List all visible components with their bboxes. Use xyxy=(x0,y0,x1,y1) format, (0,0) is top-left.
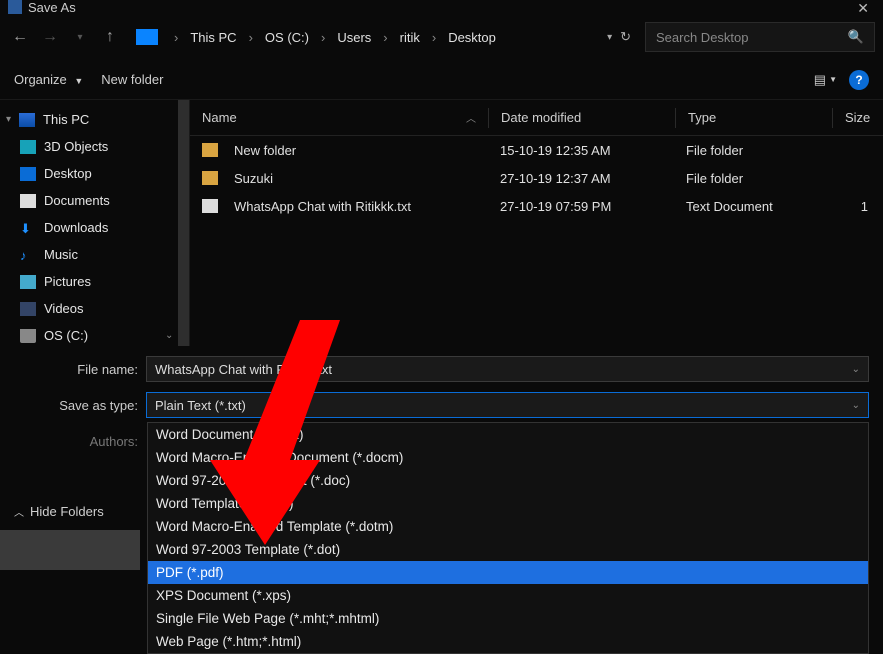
save-as-type-select[interactable]: Plain Text (*.txt) ⌄ xyxy=(146,392,869,418)
search-input[interactable]: Search Desktop 🔍 xyxy=(645,22,875,52)
chevron-right-icon: › xyxy=(428,30,440,45)
help-icon[interactable]: ? xyxy=(849,70,869,90)
text-file-icon xyxy=(202,199,218,213)
file-name-label: File name: xyxy=(0,362,146,377)
chevron-right-icon: › xyxy=(317,30,329,45)
pc-icon xyxy=(136,29,158,45)
save-type-option[interactable]: Single File Web Page (*.mht;*.mhtml) xyxy=(148,607,868,630)
chevron-down-icon[interactable]: ⌄ xyxy=(852,400,860,411)
hide-folders-button[interactable]: ︿ Hide Folders xyxy=(8,498,110,525)
new-folder-button[interactable]: New folder xyxy=(101,72,163,87)
chevron-up-icon: ︿ xyxy=(14,504,24,519)
documents-icon xyxy=(20,194,36,208)
save-type-option[interactable]: Word Macro-Enabled Document (*.docm) xyxy=(148,446,868,469)
crumb-desktop[interactable]: Desktop xyxy=(444,28,500,47)
column-type[interactable]: Type xyxy=(676,110,832,125)
search-placeholder: Search Desktop xyxy=(656,30,749,45)
column-size[interactable]: Size xyxy=(833,110,883,125)
objects-icon xyxy=(20,140,36,154)
crumb-user[interactable]: ritik xyxy=(396,28,424,47)
chevron-right-icon: › xyxy=(379,30,391,45)
up-button[interactable]: ↑ xyxy=(98,28,122,46)
save-as-type-label: Save as type: xyxy=(0,398,146,413)
folder-icon xyxy=(202,143,218,157)
drive-icon xyxy=(20,329,36,343)
chevron-down-icon: ▼ xyxy=(829,75,837,84)
nav-sidebar: ▾ This PC 3D Objects Desktop Documents ⬇… xyxy=(0,100,177,346)
file-row[interactable]: Suzuki 27-10-19 12:37 AM File folder xyxy=(190,164,883,192)
file-row[interactable]: New folder 15-10-19 12:35 AM File folder xyxy=(190,136,883,164)
app-icon xyxy=(8,0,22,14)
forward-button[interactable]: → xyxy=(38,28,62,46)
save-type-option[interactable]: Word Document (*.docx) xyxy=(148,423,868,446)
sidebar-item-3d-objects[interactable]: 3D Objects xyxy=(0,133,177,160)
file-row[interactable]: WhatsApp Chat with Ritikkk.txt 27-10-19 … xyxy=(190,192,883,220)
desktop-icon xyxy=(20,167,36,181)
save-type-option[interactable]: Word Macro-Enabled Template (*.dotm) xyxy=(148,515,868,538)
close-icon[interactable]: ✕ xyxy=(857,0,869,17)
chevron-right-icon[interactable]: › xyxy=(170,30,182,45)
refresh-icon[interactable]: ↻ xyxy=(620,29,631,45)
save-type-dropdown: Word Document (*.docx)Word Macro-Enabled… xyxy=(147,422,869,654)
crumb-this-pc[interactable]: This PC xyxy=(186,28,240,47)
breadcrumb[interactable]: › This PC › OS (C:) › Users › ritik › De… xyxy=(168,28,601,47)
sidebar-item-downloads[interactable]: ⬇ Downloads xyxy=(0,214,177,241)
chevron-down-icon[interactable]: ⌄ xyxy=(852,364,860,375)
authors-label: Authors: xyxy=(0,434,146,449)
save-type-option[interactable]: Word 97-2003 Template (*.dot) xyxy=(148,538,868,561)
chevron-down-icon: ▼ xyxy=(74,76,83,86)
chevron-down-icon[interactable]: ⌄ xyxy=(165,330,173,341)
sidebar-item-documents[interactable]: Documents xyxy=(0,187,177,214)
folder-icon xyxy=(202,171,218,185)
pc-icon xyxy=(19,113,35,127)
search-icon[interactable]: 🔍 xyxy=(848,29,864,45)
save-type-option[interactable]: XPS Document (*.xps) xyxy=(148,584,868,607)
sidebar-item-this-pc[interactable]: ▾ This PC xyxy=(0,106,177,133)
sidebar-item-os-drive[interactable]: OS (C:) ⌄ xyxy=(0,322,177,346)
recent-locations-button[interactable]: ▾ xyxy=(68,32,92,43)
sidebar-item-music[interactable]: ♪ Music xyxy=(0,241,177,268)
toolbar: Organize ▼ New folder ▤ ▼ ? xyxy=(0,60,883,100)
organize-button[interactable]: Organize ▼ xyxy=(14,72,83,87)
save-type-option[interactable]: Word Template (*.dotx) xyxy=(148,492,868,515)
crumb-drive[interactable]: OS (C:) xyxy=(261,28,313,47)
window-title: Save As xyxy=(28,0,76,15)
chevron-down-icon[interactable]: ▾ xyxy=(6,114,11,125)
file-name-input[interactable]: WhatsApp Chat with Ritikkk.txt ⌄ xyxy=(146,356,869,382)
save-type-option[interactable]: Word 97-2003 Document (*.doc) xyxy=(148,469,868,492)
back-button[interactable]: ← xyxy=(8,28,32,46)
view-options-button[interactable]: ▤ ▼ xyxy=(814,72,837,88)
videos-icon xyxy=(20,302,36,316)
downloads-icon: ⬇ xyxy=(20,221,36,235)
music-icon: ♪ xyxy=(20,248,36,262)
save-type-option[interactable]: PDF (*.pdf) xyxy=(148,561,868,584)
column-headers: Name ︿ Date modified Type Size xyxy=(190,100,883,136)
file-list: Name ︿ Date modified Type Size New folde… xyxy=(189,100,883,346)
chevron-right-icon: › xyxy=(245,30,257,45)
address-bar: ← → ▾ ↑ › This PC › OS (C:) › Users › ri… xyxy=(0,14,883,60)
history-dropdown-icon[interactable]: ▾ xyxy=(607,32,612,43)
background-strip xyxy=(0,530,140,570)
save-type-option[interactable]: Web Page (*.htm;*.html) xyxy=(148,630,868,653)
column-date[interactable]: Date modified xyxy=(489,110,675,125)
title-bar: Save As ✕ xyxy=(0,0,883,14)
sidebar-item-pictures[interactable]: Pictures xyxy=(0,268,177,295)
crumb-users[interactable]: Users xyxy=(333,28,375,47)
column-name[interactable]: Name ︿ xyxy=(190,110,488,125)
sort-caret-icon: ︿ xyxy=(466,110,476,125)
layout-icon: ▤ xyxy=(814,72,826,88)
sidebar-item-videos[interactable]: Videos xyxy=(0,295,177,322)
pictures-icon xyxy=(20,275,36,289)
sidebar-item-desktop[interactable]: Desktop xyxy=(0,160,177,187)
